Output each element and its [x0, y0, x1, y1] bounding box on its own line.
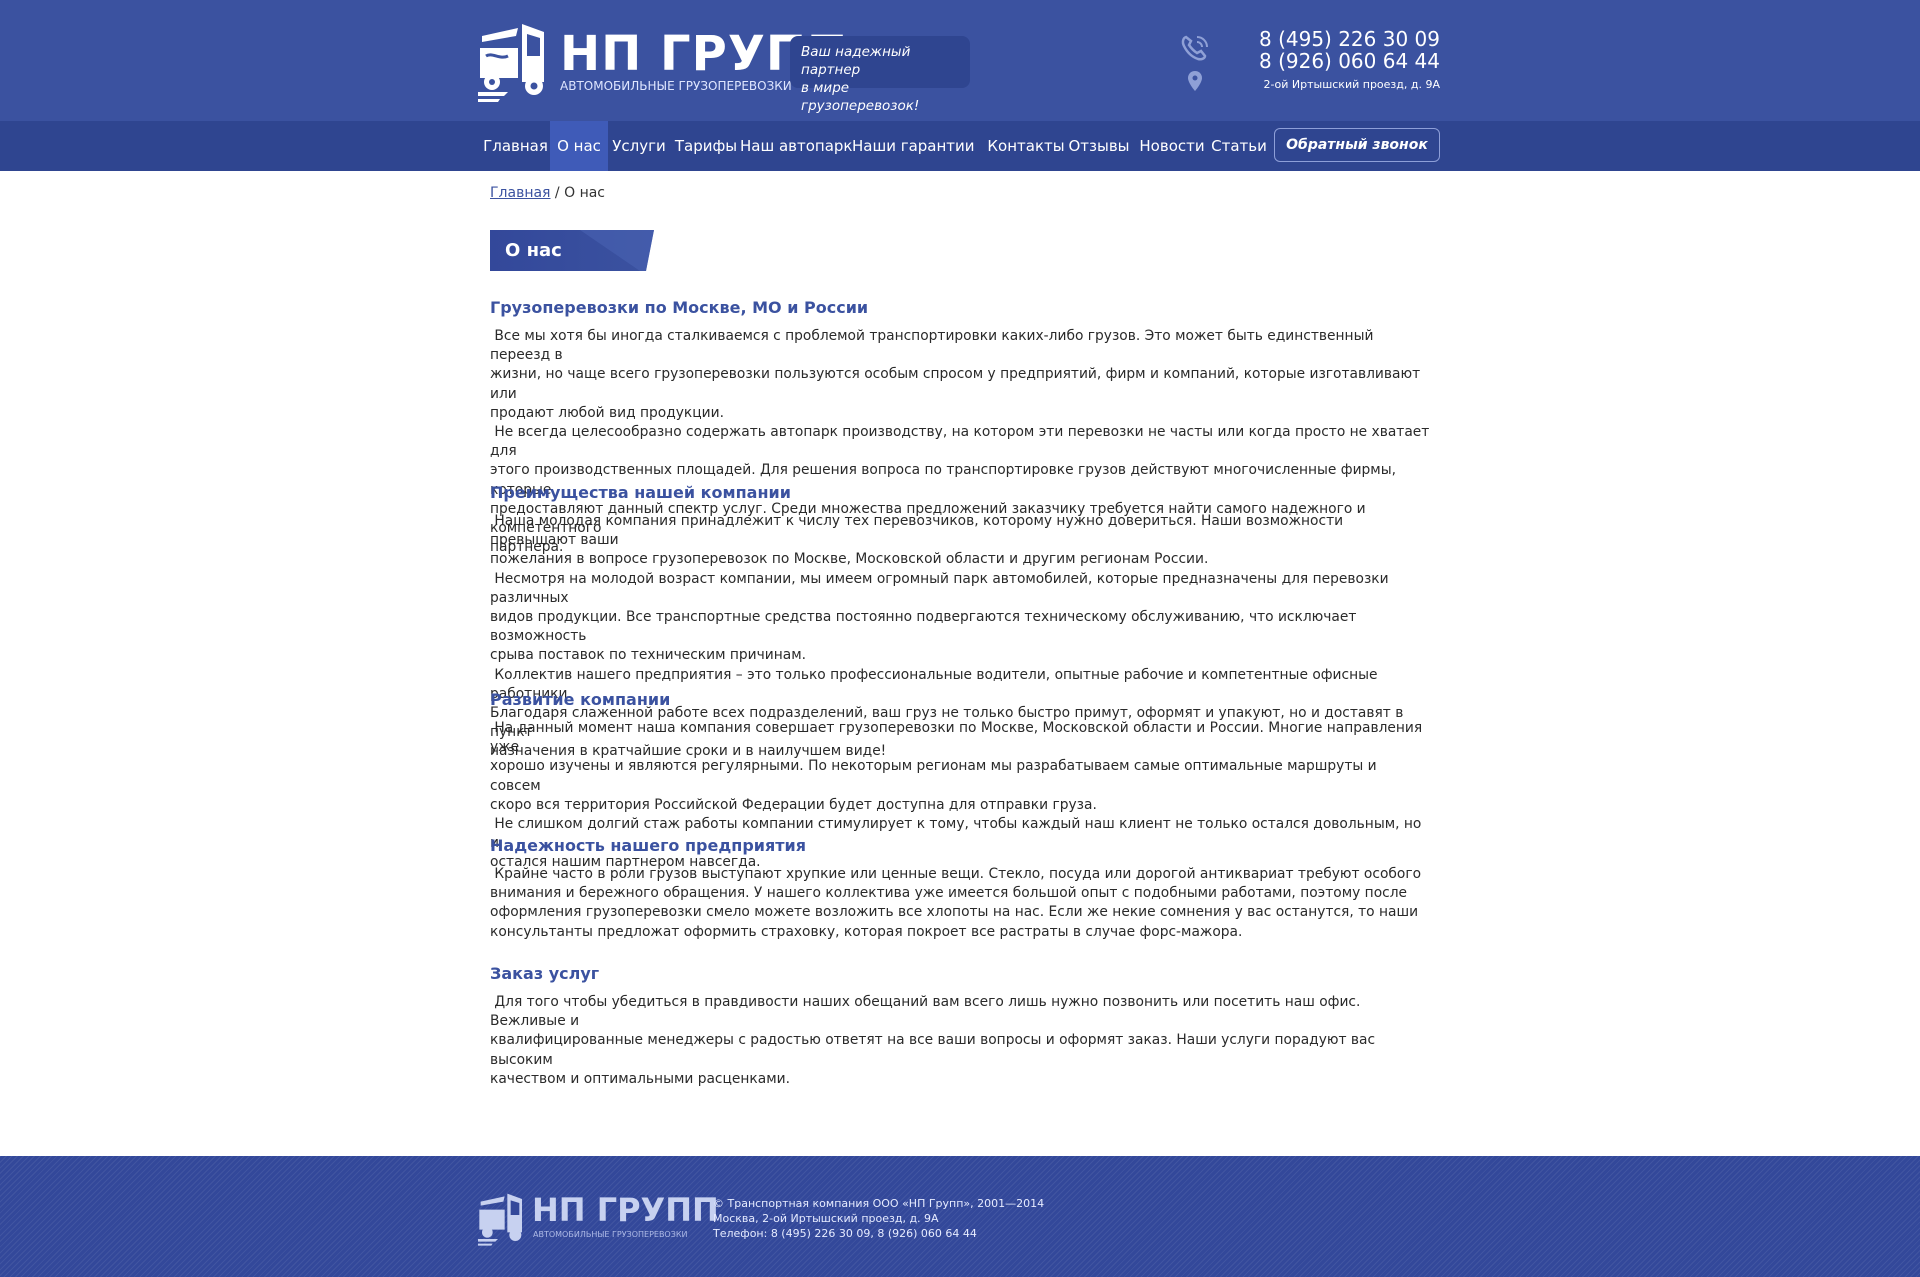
logo[interactable]: НП ГРУПП АВТОМОБИЛЬНЫЕ ГРУЗОПЕРЕВОЗКИ: [478, 22, 847, 102]
site-footer: НП ГРУПП АВТОМОБИЛЬНЫЕ ГРУЗОПЕРЕВОЗКИ © …: [0, 1156, 1920, 1277]
slogan-line-2: в мире грузоперевозок!: [801, 80, 920, 114]
nav-item-home[interactable]: Главная: [478, 121, 553, 171]
section-heading: Надежность нашего предприятия: [490, 836, 807, 855]
logo-subtitle: АВТОМОБИЛЬНЫЕ ГРУЗОПЕРЕВОЗКИ: [560, 79, 792, 93]
page-title-banner: О нас: [490, 230, 654, 271]
nav-item-about[interactable]: О нас: [550, 121, 608, 171]
breadcrumb-current: О нас: [564, 185, 606, 201]
article-section: Заказ услуг Для того чтобы убедиться в п…: [490, 964, 1430, 1089]
nav-item-services[interactable]: Услуги: [608, 121, 670, 171]
footer-copyright: © Транспортная компания ООО «НП Групп», …: [713, 1197, 1045, 1210]
breadcrumb: Главная / О нас: [490, 185, 605, 201]
breadcrumb-separator: /: [550, 185, 565, 201]
nav-item-guarantees[interactable]: Наши гарантии: [852, 121, 975, 171]
header-address: 2-ой Иртышский проезд, д. 9А: [1263, 78, 1440, 91]
section-text: Для того чтобы убедиться в правдивости н…: [490, 994, 1376, 1087]
phone-number-2[interactable]: 8 (926) 060 64 44: [1259, 50, 1440, 72]
phone-number-1[interactable]: 8 (495) 226 30 09: [1259, 28, 1440, 50]
footer-phones: Телефон: 8 (495) 226 30 09, 8 (926) 060 …: [713, 1227, 977, 1240]
nav-item-fleet[interactable]: Наш автопарк: [740, 121, 853, 171]
footer-logo[interactable]: НП ГРУПП АВТОМОБИЛЬНЫЕ ГРУЗОПЕРЕВОЗКИ: [478, 1192, 719, 1248]
footer-address: Москва, 2-ой Иртышский проезд, д. 9А: [713, 1212, 939, 1225]
page-title: О нас: [505, 240, 562, 261]
header-inner: НП ГРУПП АВТОМОБИЛЬНЫЕ ГРУЗОПЕРЕВОЗКИ Ва…: [478, 0, 1440, 121]
nav-item-contacts[interactable]: Контакты: [984, 121, 1068, 171]
nav-item-tariffs[interactable]: Тарифы: [672, 121, 740, 171]
nav-item-reviews[interactable]: Отзывы: [1064, 121, 1134, 171]
section-heading: Заказ услуг: [490, 964, 600, 983]
footer-logo-title: НП ГРУПП: [532, 1191, 719, 1229]
section-heading: Преимущества нашей компании: [490, 483, 791, 502]
section-heading: Грузоперевозки по Москве, МО и России: [490, 298, 869, 317]
section-text: Крайне часто в роли грузов выступают хру…: [490, 866, 1422, 940]
article-section: Надежность нашего предприятия Крайне час…: [490, 836, 1421, 942]
nav-item-articles[interactable]: Статьи: [1206, 121, 1272, 171]
footer-info: © Транспортная компания ООО «НП Групп», …: [713, 1196, 1044, 1241]
phone-icon: [1181, 35, 1208, 61]
location-pin-icon: [1188, 71, 1202, 91]
main-nav-inner: Главная О нас Услуги Тарифы Наш автопарк…: [478, 121, 1440, 171]
section-heading: Развитие компании: [490, 690, 671, 709]
nav-item-news[interactable]: Новости: [1136, 121, 1208, 171]
header-contacts: 8 (495) 226 30 09 8 (926) 060 64 44 2-ой…: [1180, 28, 1440, 98]
truck-logo-icon: [478, 1193, 522, 1246]
slogan-badge: Ваш надежный партнер в мире грузоперевоз…: [790, 36, 970, 114]
main-nav: Главная О нас Услуги Тарифы Наш автопарк…: [0, 121, 1920, 171]
slogan-line-1: Ваш надежный партнер: [801, 44, 911, 78]
site-header: НП ГРУПП АВТОМОБИЛЬНЫЕ ГРУЗОПЕРЕВОЗКИ Ва…: [0, 0, 1920, 121]
truck-logo-icon: [478, 24, 544, 102]
callback-button[interactable]: Обратный звонок: [1274, 128, 1440, 162]
breadcrumb-home-link[interactable]: Главная: [490, 185, 550, 201]
footer-logo-subtitle: АВТОМОБИЛЬНЫЕ ГРУЗОПЕРЕВОЗКИ: [533, 1230, 688, 1239]
